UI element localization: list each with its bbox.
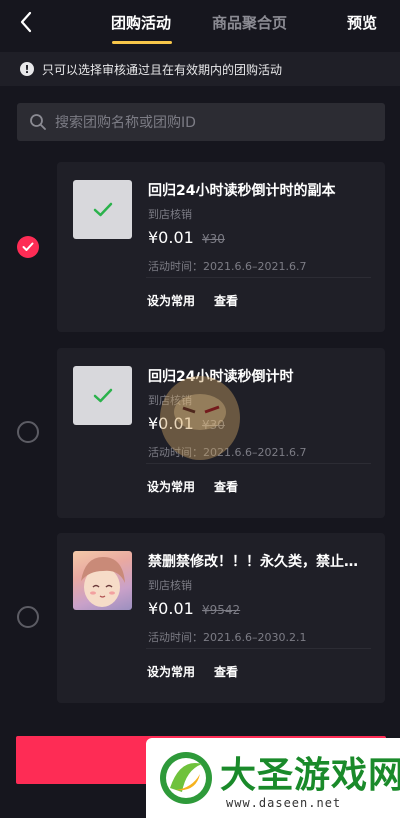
watermark: 大圣游戏网 www.daseen.net (146, 738, 400, 818)
list-item[interactable]: 回归24小时读秒倒计时的副本 到店核销 ¥0.01 ¥30 活动时间：2021.… (57, 162, 385, 332)
watermark-url: www.daseen.net (226, 796, 342, 810)
notice-text: 只可以选择审核通过且在有效期内的团购活动 (42, 62, 283, 77)
activity-title: 禁删禁修改！！！永久类，禁止… (148, 554, 358, 570)
redeem-tag: 到店核销 (148, 579, 192, 592)
activity-title: 回归24小时读秒倒计时的副本 (148, 183, 336, 199)
tab-product-aggregate[interactable]: 商品聚合页 (212, 12, 287, 33)
activity-thumbnail (73, 366, 132, 425)
select-radio[interactable] (17, 421, 39, 443)
back-button[interactable] (12, 8, 40, 36)
activity-time: 活动时间：2021.6.6–2021.6.7 (148, 260, 307, 273)
set-common-button[interactable]: 设为常用 (147, 478, 195, 495)
view-button[interactable]: 查看 (214, 292, 238, 309)
list-item[interactable]: 禁删禁修改！！！永久类，禁止… 到店核销 ¥0.01 ¥9542 活动时间：20… (57, 533, 385, 703)
price: ¥0.01 (148, 599, 194, 618)
chevron-left-icon (20, 11, 32, 33)
top-nav-bar: 团购活动 商品聚合页 预览 (0, 0, 400, 50)
redeem-tag: 到店核销 (148, 208, 192, 221)
view-button[interactable]: 查看 (214, 478, 238, 495)
activity-thumbnail (73, 180, 132, 239)
check-icon (93, 388, 112, 402)
set-common-button[interactable]: 设为常用 (147, 663, 195, 680)
preview-button[interactable]: 预览 (347, 12, 377, 33)
brand-logo-icon (160, 752, 212, 804)
view-button[interactable]: 查看 (214, 663, 238, 680)
divider (146, 277, 371, 278)
check-icon (93, 202, 112, 216)
info-icon: ! (20, 62, 34, 76)
activity-time: 活动时间：2021.6.6–2030.2.1 (148, 631, 307, 644)
search-placeholder: 搜索团购名称或团购ID (55, 115, 196, 131)
price: ¥0.01 (148, 228, 194, 247)
search-input[interactable]: 搜索团购名称或团购ID (17, 103, 385, 141)
original-price: ¥9542 (202, 603, 241, 617)
watermark-mascot-icon (160, 376, 240, 460)
check-icon (22, 242, 34, 251)
divider (146, 648, 371, 649)
select-radio-checked[interactable] (17, 236, 39, 258)
watermark-brand: 大圣游戏网 (220, 754, 400, 796)
tab-group-buy[interactable]: 团购活动 (111, 12, 171, 33)
notice-bar: ! 只可以选择审核通过且在有效期内的团购活动 (0, 52, 400, 86)
select-radio[interactable] (17, 606, 39, 628)
tab-active-indicator (112, 41, 172, 44)
search-icon (29, 113, 47, 131)
anime-character-thumbnail (73, 551, 132, 610)
set-common-button[interactable]: 设为常用 (147, 292, 195, 309)
original-price: ¥30 (202, 232, 225, 246)
